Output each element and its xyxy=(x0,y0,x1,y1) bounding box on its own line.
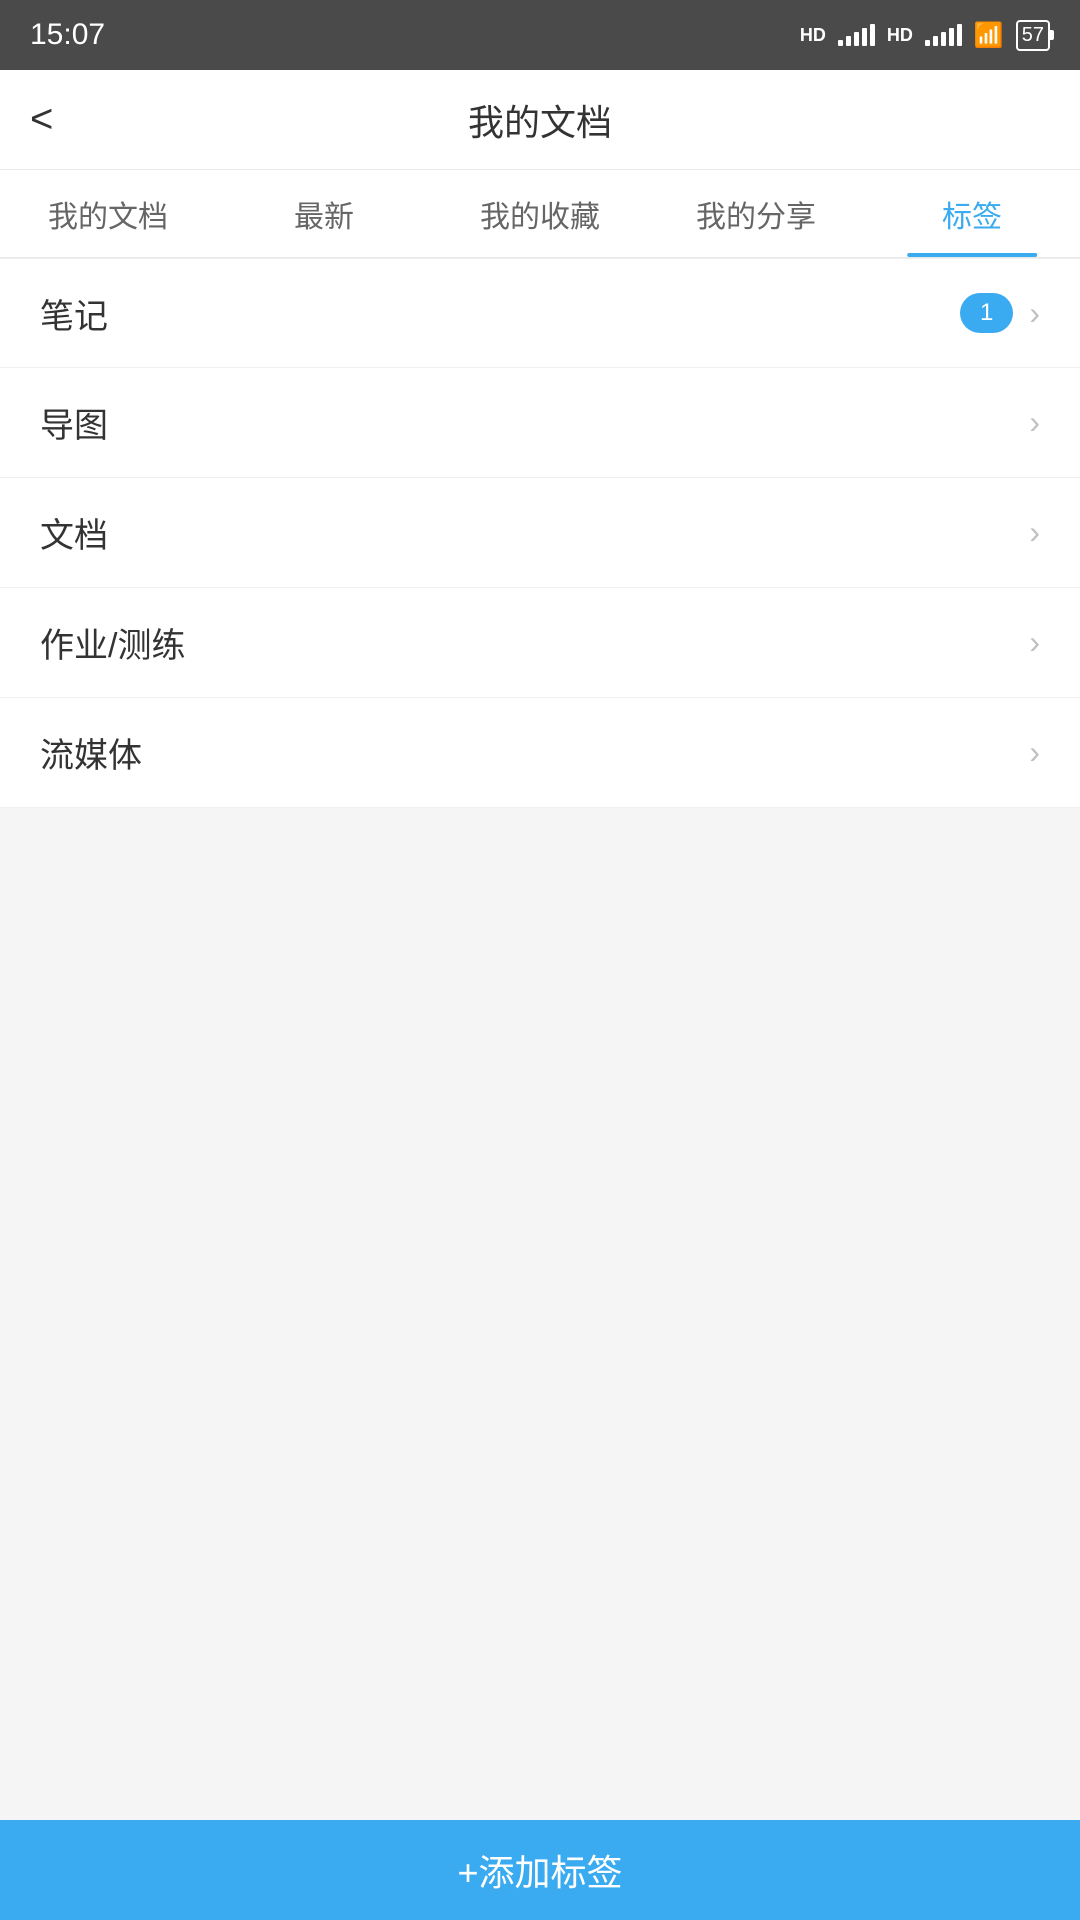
add-tag-label: +添加标签 xyxy=(457,1844,622,1896)
list-item-homework[interactable]: 作业/测练 › xyxy=(0,588,1080,698)
tab-latest[interactable]: 最新 xyxy=(216,170,432,257)
signal-bars-2 xyxy=(925,24,962,46)
list-item-label-mindmap: 导图 xyxy=(40,398,108,447)
chevron-right-icon-documents: › xyxy=(1029,514,1040,551)
list-item-left-mindmap: 导图 xyxy=(40,398,108,447)
list-item-left-documents: 文档 xyxy=(40,508,108,557)
list-item-left-notes: 笔记 xyxy=(40,289,108,338)
tabs-bar: 我的文档 最新 我的收藏 我的分享 标签 xyxy=(0,170,1080,258)
list-item-right-mindmap: › xyxy=(1029,404,1040,441)
list-item-left-streaming: 流媒体 xyxy=(40,728,142,777)
status-bar: 15:07 HD HD 📶 57 xyxy=(0,0,1080,70)
page-title: 我的文档 xyxy=(468,94,612,146)
tab-shared[interactable]: 我的分享 xyxy=(648,170,864,257)
hd-icon-2: HD xyxy=(887,25,913,46)
list-item-mindmap[interactable]: 导图 › xyxy=(0,368,1080,478)
list-item-documents[interactable]: 文档 › xyxy=(0,478,1080,588)
header: < 我的文档 xyxy=(0,70,1080,170)
status-icons: HD HD 📶 57 xyxy=(800,20,1050,51)
list-item-label-homework: 作业/测练 xyxy=(40,618,185,667)
add-tag-button[interactable]: +添加标签 xyxy=(0,1820,1080,1920)
list-item-label-documents: 文档 xyxy=(40,508,108,557)
list-item-right-notes: 1 › xyxy=(960,293,1040,333)
chevron-right-icon-notes: › xyxy=(1029,295,1040,332)
status-time: 15:07 xyxy=(30,18,105,52)
list-item-right-streaming: › xyxy=(1029,734,1040,771)
battery-level: 57 xyxy=(1022,24,1044,47)
list-item-label-notes: 笔记 xyxy=(40,289,108,338)
tab-favorites[interactable]: 我的收藏 xyxy=(432,170,648,257)
back-button[interactable]: < xyxy=(30,97,53,142)
list-item-notes[interactable]: 笔记 1 › xyxy=(0,258,1080,368)
chevron-right-icon-streaming: › xyxy=(1029,734,1040,771)
hd-icon-1: HD xyxy=(800,25,826,46)
list-item-right-documents: › xyxy=(1029,514,1040,551)
tag-list: 笔记 1 › 导图 › 文档 › 作业/测练 › 流媒体 xyxy=(0,258,1080,808)
chevron-right-icon-homework: › xyxy=(1029,624,1040,661)
wifi-icon: 📶 xyxy=(974,21,1004,50)
list-item-left-homework: 作业/测练 xyxy=(40,618,185,667)
list-item-label-streaming: 流媒体 xyxy=(40,728,142,777)
tab-my-docs[interactable]: 我的文档 xyxy=(0,170,216,257)
signal-bars-1 xyxy=(838,24,875,46)
battery-icon: 57 xyxy=(1016,20,1050,51)
notes-badge: 1 xyxy=(960,293,1013,333)
list-item-right-homework: › xyxy=(1029,624,1040,661)
tab-tags[interactable]: 标签 xyxy=(864,170,1080,257)
chevron-right-icon-mindmap: › xyxy=(1029,404,1040,441)
list-item-streaming[interactable]: 流媒体 › xyxy=(0,698,1080,808)
